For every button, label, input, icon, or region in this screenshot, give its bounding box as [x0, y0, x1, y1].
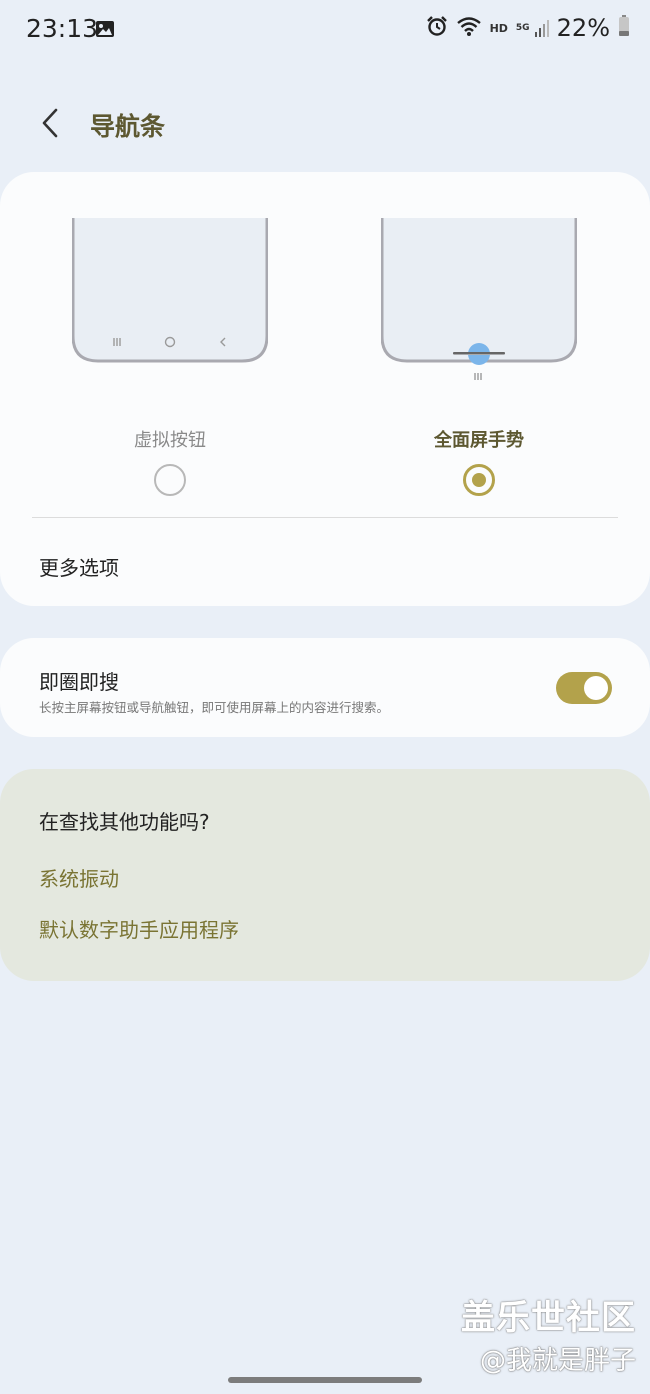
divider	[32, 517, 618, 518]
circle-search-description: 长按主屏幕按钮或导航触钮，即可使用屏幕上的内容进行搜索。	[39, 700, 390, 715]
page-title: 导航条	[90, 112, 166, 141]
back-arrow-icon	[42, 108, 58, 138]
circle-to-search-card[interactable]: 即圈即搜 长按主屏幕按钮或导航触钮，即可使用屏幕上的内容进行搜索。	[0, 638, 650, 737]
option-label: 全面屏手势	[434, 430, 524, 451]
alarm-icon	[426, 15, 448, 41]
more-options-item[interactable]: 更多选项	[39, 552, 119, 581]
battery-icon	[618, 15, 630, 41]
gallery-icon	[95, 20, 115, 38]
looking-for-more-card: 在查找其他功能吗? 系统振动 默认数字助手应用程序	[0, 769, 650, 981]
watermark-user: @我就是胖子	[479, 1346, 636, 1376]
home-indicator[interactable]	[228, 1377, 422, 1383]
status-time: 23:13	[26, 14, 99, 43]
app-header: 导航条	[0, 95, 650, 151]
buttons-phone-illustration	[71, 218, 269, 364]
hd-label: HD	[489, 21, 508, 35]
circle-search-title: 即圈即搜	[39, 670, 119, 694]
gesture-phone-illustration	[380, 218, 578, 388]
link-system-vibration[interactable]: 系统振动	[39, 863, 119, 892]
wifi-icon	[456, 15, 482, 41]
back-button[interactable]	[32, 103, 68, 143]
radio-swipe-gestures[interactable]	[463, 464, 495, 496]
signal-icon: 5G	[516, 16, 549, 40]
option-label: 虚拟按钮	[134, 430, 206, 451]
find-more-title: 在查找其他功能吗?	[39, 810, 210, 834]
battery-percent: 22%	[556, 14, 610, 42]
toggle-knob	[584, 676, 608, 700]
link-default-assistant-app[interactable]: 默认数字助手应用程序	[39, 914, 239, 943]
watermark-logo: 盖乐世社区	[461, 1298, 636, 1338]
network-gen-label: 5G	[515, 23, 530, 33]
radio-virtual-buttons[interactable]	[154, 464, 186, 496]
status-bar: 23:13 HD 5G 22%	[0, 0, 650, 60]
circle-search-toggle[interactable]	[556, 672, 612, 704]
radio-selected-dot	[472, 473, 486, 487]
navigation-type-card: 虚拟按钮 全面屏手势 更多选项	[0, 172, 650, 606]
